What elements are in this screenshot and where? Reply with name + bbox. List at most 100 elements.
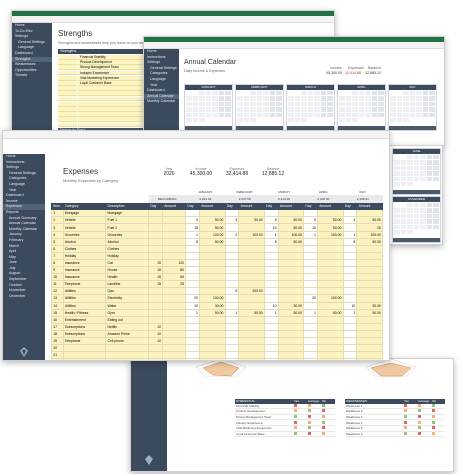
day-cell[interactable]	[345, 117, 352, 123]
table-cell[interactable]: 15	[148, 258, 164, 268]
table-cell[interactable]: Gas	[105, 287, 150, 296]
table-cell[interactable]	[317, 315, 344, 324]
table-cell[interactable]	[162, 315, 187, 324]
day-cell[interactable]	[186, 107, 192, 112]
day-cell[interactable]	[327, 91, 333, 96]
table-cell[interactable]: Insurance	[62, 266, 107, 275]
table-cell[interactable]: 4	[51, 230, 64, 239]
table-cell[interactable]	[238, 223, 265, 232]
table-cell[interactable]	[303, 258, 319, 268]
day-cell[interactable]	[294, 112, 301, 117]
day-cell[interactable]	[352, 112, 358, 117]
day-cell[interactable]	[288, 117, 294, 123]
table-cell[interactable]	[317, 301, 344, 310]
table-cell[interactable]: 1	[342, 308, 358, 317]
day-cell[interactable]	[420, 229, 426, 235]
table-cell[interactable]: Mortgage	[105, 209, 150, 218]
table-cell[interactable]	[342, 280, 358, 289]
day-cell[interactable]	[327, 107, 333, 112]
day-cell[interactable]	[237, 96, 243, 101]
table-cell[interactable]	[356, 344, 383, 353]
table-cell[interactable]	[317, 358, 344, 360]
day-cell[interactable]	[433, 224, 439, 229]
table-cell[interactable]	[342, 322, 358, 331]
table-cell[interactable]: Fuel 1	[105, 216, 150, 225]
day-cell[interactable]	[237, 101, 243, 107]
table-cell[interactable]	[224, 251, 240, 260]
table-cell[interactable]	[303, 329, 319, 338]
day-cell[interactable]	[352, 117, 358, 123]
day-cell[interactable]	[212, 101, 218, 107]
day-cell[interactable]	[199, 107, 205, 112]
day-cell[interactable]	[263, 101, 269, 107]
table-cell[interactable]: 22	[51, 358, 64, 360]
day-cell[interactable]	[422, 91, 429, 96]
day-cell[interactable]	[218, 107, 225, 112]
table-cell[interactable]: 15	[303, 223, 319, 232]
table-cell[interactable]: 1	[303, 230, 319, 239]
day-cell[interactable]	[250, 107, 256, 112]
day-cell[interactable]	[301, 101, 307, 107]
day-cell[interactable]	[307, 117, 314, 123]
table-cell[interactable]	[303, 301, 319, 310]
day-cell[interactable]	[186, 96, 192, 101]
table-cell[interactable]: Subscriptions	[62, 329, 107, 338]
rating-cell[interactable]	[403, 431, 417, 438]
table-cell[interactable]	[148, 223, 164, 232]
day-cell[interactable]	[192, 101, 199, 107]
table-cell[interactable]: 60	[162, 273, 187, 282]
table-cell[interactable]: 1	[185, 308, 201, 317]
rating-cell[interactable]	[307, 431, 321, 438]
strength-empty[interactable]	[78, 86, 151, 91]
table-cell[interactable]	[162, 308, 187, 317]
day-cell[interactable]	[394, 203, 400, 208]
table-cell[interactable]: Holiday	[105, 251, 150, 260]
table-cell[interactable]	[303, 209, 319, 218]
day-cell[interactable]	[407, 171, 413, 176]
table-cell[interactable]: Water	[105, 301, 150, 310]
table-cell[interactable]	[148, 315, 164, 324]
day-cell[interactable]	[307, 96, 314, 101]
table-cell[interactable]	[303, 273, 319, 282]
table-cell[interactable]	[263, 244, 279, 253]
table-cell[interactable]: 50.00	[317, 308, 344, 317]
day-cell[interactable]	[276, 91, 282, 96]
day-cell[interactable]	[199, 101, 205, 107]
table-cell[interactable]	[185, 322, 201, 331]
table-cell[interactable]	[356, 287, 383, 296]
table-cell[interactable]	[342, 336, 358, 346]
day-cell[interactable]	[307, 101, 314, 107]
day-cell[interactable]	[199, 96, 205, 101]
table-cell[interactable]	[238, 329, 265, 338]
table-cell[interactable]: 13	[51, 294, 64, 303]
day-cell[interactable]	[186, 117, 192, 123]
day-cell[interactable]	[269, 91, 276, 96]
table-cell[interactable]	[162, 336, 187, 346]
day-cell[interactable]	[243, 107, 250, 112]
table-cell[interactable]	[342, 209, 358, 218]
table-cell[interactable]: 50.00	[277, 308, 305, 317]
table-cell[interactable]	[185, 351, 201, 360]
table-cell[interactable]	[162, 223, 187, 232]
table-cell[interactable]	[162, 287, 187, 296]
table-cell[interactable]	[317, 266, 344, 275]
table-cell[interactable]	[342, 258, 358, 268]
day-cell[interactable]	[400, 229, 407, 235]
day-cell[interactable]	[394, 219, 400, 224]
day-cell[interactable]	[352, 96, 358, 101]
strength-empty[interactable]	[78, 117, 151, 123]
day-cell[interactable]	[243, 117, 250, 123]
table-cell[interactable]	[224, 209, 240, 218]
day-cell[interactable]	[422, 107, 429, 112]
table-cell[interactable]	[148, 308, 164, 317]
table-cell[interactable]: Utilities	[62, 301, 107, 310]
table-cell[interactable]	[238, 294, 265, 303]
day-cell[interactable]	[433, 208, 439, 213]
strength-empty[interactable]	[58, 86, 77, 91]
day-cell[interactable]	[192, 117, 199, 123]
day-cell[interactable]	[409, 107, 416, 112]
table-cell[interactable]	[148, 237, 164, 246]
day-cell[interactable]	[205, 107, 212, 112]
table-cell[interactable]	[238, 258, 265, 268]
day-cell[interactable]	[301, 112, 307, 117]
